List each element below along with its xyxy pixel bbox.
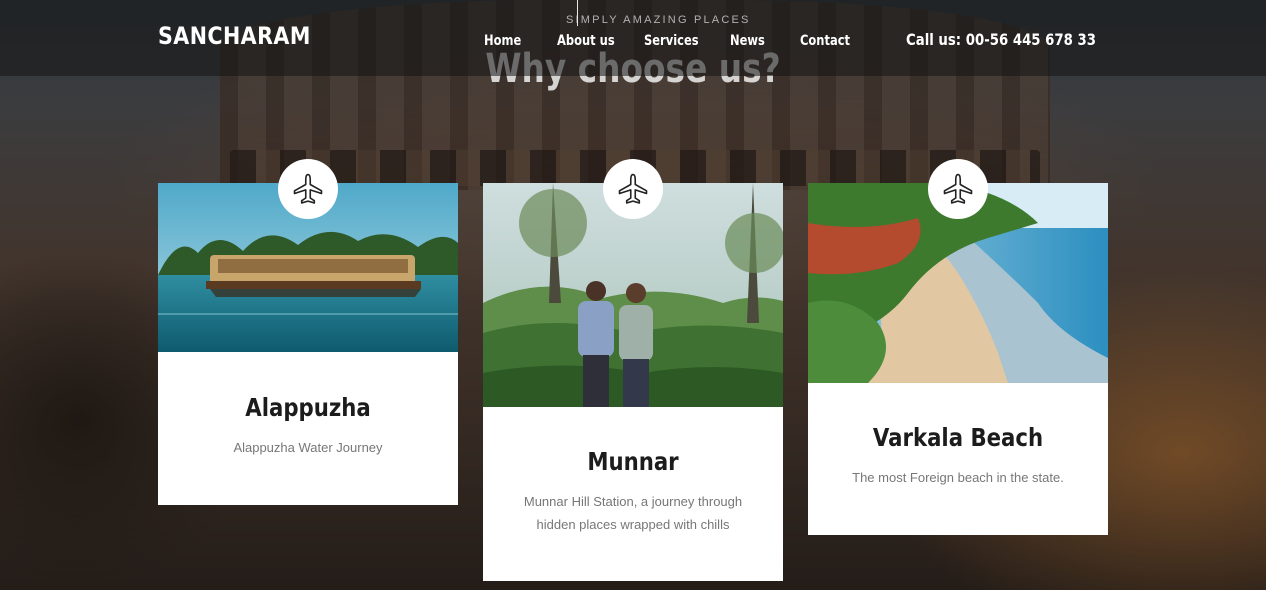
airplane-icon: [278, 159, 338, 219]
card-description: Alappuzha Water Journey: [233, 440, 383, 455]
brand-logo[interactable]: SANCHARAM: [158, 22, 311, 50]
card-title: Varkala Beach: [872, 423, 1044, 452]
destination-card-munnar[interactable]: Munnar Munnar Hill Station, a journey th…: [483, 183, 783, 581]
airplane-icon: [928, 159, 988, 219]
airplane-icon: [603, 159, 663, 219]
nav-services[interactable]: Services: [644, 33, 699, 49]
card-description: The most Foreign beach in the state.: [852, 470, 1064, 485]
nav-news[interactable]: News: [730, 33, 765, 49]
destination-card-varkala-beach[interactable]: Varkala Beach The most Foreign beach in …: [808, 183, 1108, 535]
section-subtitle: SIMPLY AMAZING PLACES: [566, 14, 751, 26]
nav-about-us[interactable]: About us: [557, 33, 615, 49]
call-us-phone[interactable]: Call us: 00-56 445 678 33: [906, 30, 1096, 49]
card-title: Alappuzha: [245, 393, 371, 422]
card-description: Munnar Hill Station, a journey through h…: [523, 494, 743, 532]
card-title: Munnar: [587, 447, 679, 476]
top-navigation-bar: SANCHARAM SIMPLY AMAZING PLACES Home Abo…: [0, 0, 1266, 76]
nav-home[interactable]: Home: [484, 33, 521, 49]
destination-card-alappuzha[interactable]: Alappuzha Alappuzha Water Journey: [158, 183, 458, 505]
nav-contact[interactable]: Contact: [800, 33, 850, 49]
